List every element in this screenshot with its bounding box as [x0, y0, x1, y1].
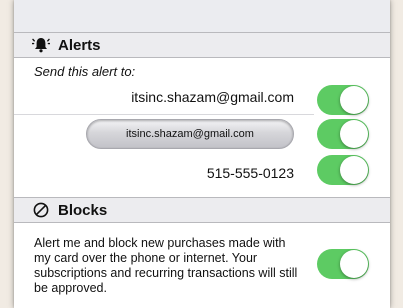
alerts-subtitle: Send this alert to: [34, 64, 136, 79]
bell-icon [32, 36, 50, 54]
recipient-toggle-2[interactable] [317, 119, 369, 149]
prohibited-icon [32, 201, 50, 219]
toggle-knob [340, 250, 368, 278]
blocks-header: Blocks [14, 197, 390, 223]
recipient-toggle-3[interactable] [317, 155, 369, 185]
toggle-knob [340, 156, 368, 184]
toggle-knob [340, 120, 368, 148]
settings-card: Alerts Send this alert to: itsinc.shazam… [14, 0, 390, 308]
blocks-description: Alert me and block new purchases made wi… [34, 236, 298, 295]
recipient-phone[interactable]: 515-555-0123 [94, 165, 294, 181]
alerts-header: Alerts [14, 32, 390, 58]
recipient-toggle-1[interactable] [317, 85, 369, 115]
recipient-email-1[interactable]: itsinc.shazam@gmail.com [94, 89, 294, 105]
alerts-title: Alerts [58, 36, 101, 54]
row-divider [14, 114, 314, 115]
toggle-knob [340, 86, 368, 114]
recipient-email-2[interactable]: itsinc.shazam@gmail.com [86, 119, 294, 149]
blocks-toggle[interactable] [317, 249, 369, 279]
top-band [14, 0, 390, 32]
blocks-title: Blocks [58, 201, 108, 219]
